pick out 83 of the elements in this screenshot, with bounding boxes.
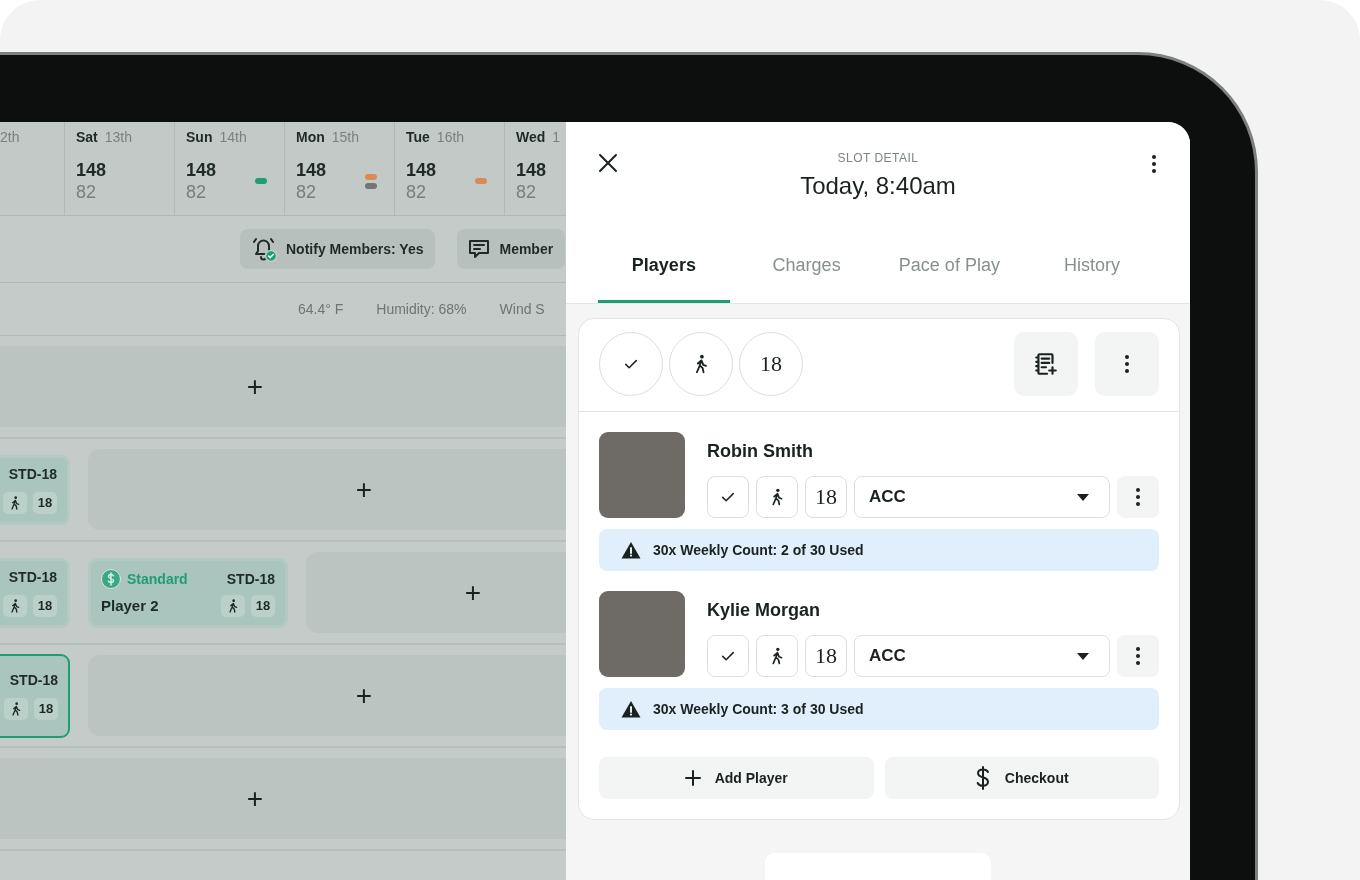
panel-title: Today, 8:40am [800,171,956,201]
holes-button[interactable]: 18 [805,635,847,677]
day-column[interactable]: Sat 13th 148 82 [65,122,175,215]
dollar-icon [974,766,991,790]
walking-button[interactable] [756,635,798,677]
notice-text: 30x Weekly Count: 2 of 30 Used [653,542,864,558]
add-slot-button[interactable]: + [0,346,566,427]
booking-card[interactable]: STD-18 18 [0,557,70,628]
walking-button[interactable] [756,476,798,518]
booked-count: 148 [76,159,107,181]
player-name: Kylie Morgan [707,599,822,621]
player-name: Player 2 [101,597,159,614]
holes-button[interactable]: 18 [805,476,847,518]
warning-icon [621,700,641,718]
add-player-button[interactable]: Add Player [599,757,874,799]
caret-icon [1077,652,1089,660]
bell-icon [250,235,278,263]
day-column[interactable]: Mon 15th 148 82 [285,122,395,215]
rate-dropdown[interactable]: ACC [854,635,1110,677]
day-name: Sun [186,129,213,145]
add-slot-button[interactable]: + [0,758,566,839]
check-in-button[interactable] [707,476,749,518]
more-options-icon [1152,155,1156,173]
booking-card[interactable]: STD-18 18 [0,454,70,525]
tab[interactable]: Players [598,230,730,303]
check-in-button[interactable] [707,635,749,677]
add-note-button[interactable] [1014,332,1078,396]
more-options-icon [1125,355,1129,373]
notice-text: 30x Weekly Count: 3 of 30 Used [653,701,864,717]
day-name: Mon [296,129,325,145]
checkout-button[interactable]: Checkout [884,757,1159,799]
caret-icon [1077,493,1089,501]
holes-chip: 18 [33,594,57,617]
plus-icon [684,770,701,786]
member-message-button[interactable]: Member [457,229,566,269]
rate-code: STD-18 [9,671,58,688]
open-count: 82 [516,181,538,203]
player-name: Robin Smith [707,440,814,462]
notify-members-button[interactable]: Notify Members: Yes [240,229,436,269]
booked-count: 148 [296,159,327,181]
add-slot-button[interactable]: + [306,552,566,633]
open-count: 82 [296,181,318,203]
rate-code: STD-18 [226,570,275,587]
rate-code: STD-18 [8,465,57,482]
open-count: 82 [186,181,208,203]
rate-label: Standard [127,570,188,587]
holes-chip: 18 [251,594,275,617]
day-name: Sat [76,129,98,145]
add-slot-button[interactable]: + [88,449,566,530]
more-options-icon [1136,647,1140,665]
day-date: 16th [436,129,465,145]
day-column[interactable]: Sun 14th 148 82 [175,122,285,215]
weather-reading: Humidity: 68% [376,301,467,317]
day-date: 13th [104,129,133,145]
note-add-icon [1033,351,1059,377]
rate-code: STD-18 [8,568,57,585]
holes-all-button[interactable]: 18 [739,332,803,396]
more-options-icon [1136,488,1140,506]
booked-count: 148 [516,159,547,181]
weather-reading: Wind S [499,301,545,317]
booking-card[interactable]: STD-18 18 [0,653,70,738]
holes-chip: 18 [33,491,57,514]
warning-icon [621,541,641,559]
panel-caption: SLOT DETAIL [837,150,919,166]
day-name: Tue [406,129,430,145]
open-count: 82 [406,181,428,203]
day-name: Wed [516,129,546,145]
day-date: 2th [0,129,20,145]
dollar-badge-icon [101,568,121,589]
close-icon [598,153,618,173]
day-column[interactable]: Tue 16th 148 82 [395,122,505,215]
weather-reading: 64.4° F [298,301,344,317]
holes-chip: 18 [34,697,58,720]
open-count: 82 [76,181,98,203]
booked-count: 148 [406,159,437,181]
day-date: 15th [331,129,359,145]
rate-dropdown[interactable]: ACC [854,476,1110,518]
message-icon [467,237,492,261]
booked-count: 148 [186,159,217,181]
day-date: 14th [219,129,247,145]
booking-card[interactable]: Standard STD-18 Player 2 18 [88,557,288,628]
add-slot-button[interactable]: + [88,655,566,736]
day-date: 1 [552,129,561,145]
